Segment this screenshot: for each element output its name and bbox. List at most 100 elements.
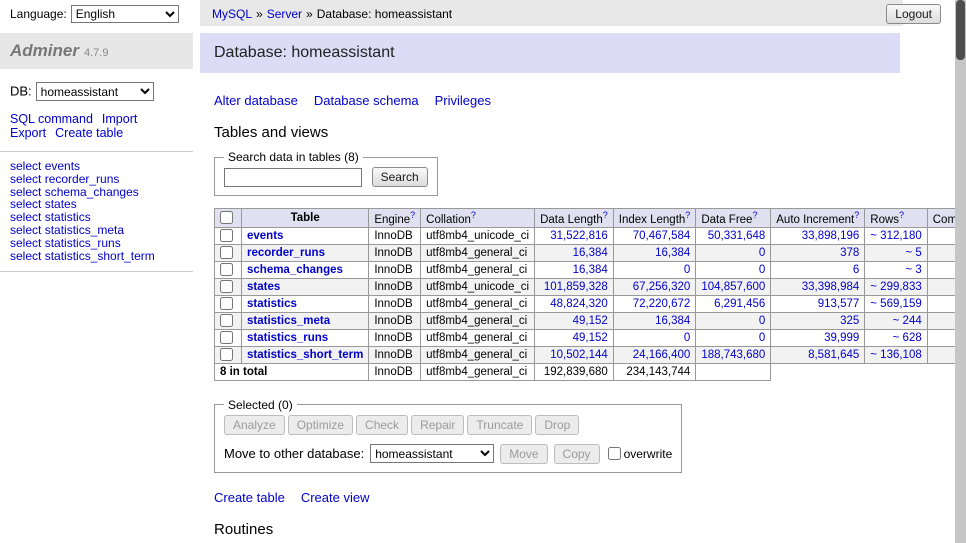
- rows-count-link[interactable]: ~ 299,833: [870, 281, 921, 293]
- app-title: Adminer4.7.9: [0, 33, 193, 69]
- rows-count-link[interactable]: ~ 5: [905, 247, 921, 259]
- engine-cell: InnoDB: [369, 244, 421, 261]
- data-length-link[interactable]: 101,859,328: [544, 281, 608, 293]
- sidebar-action-link[interactable]: Export: [10, 126, 46, 140]
- auto-increment-link[interactable]: 325: [840, 315, 859, 327]
- bulk-action-button[interactable]: Truncate: [467, 415, 532, 435]
- auto-increment-link[interactable]: 913,577: [818, 298, 860, 310]
- col-header-table: Table: [242, 209, 369, 228]
- bulk-action-button[interactable]: Check: [356, 415, 408, 435]
- create-link[interactable]: Create view: [301, 490, 370, 505]
- index-length-link[interactable]: 16,384: [655, 247, 690, 259]
- auto-increment-link[interactable]: 33,398,984: [802, 281, 860, 293]
- auto-increment-link[interactable]: 6: [853, 264, 859, 276]
- row-checkbox[interactable]: [220, 246, 233, 259]
- table-name-link[interactable]: statistics: [247, 298, 297, 310]
- data-free-link[interactable]: 104,857,600: [701, 281, 765, 293]
- data-free-link[interactable]: 6,291,456: [714, 298, 765, 310]
- help-icon[interactable]: ?: [899, 210, 904, 220]
- data-free-link[interactable]: 0: [759, 315, 765, 327]
- row-checkbox[interactable]: [220, 314, 233, 327]
- rows-count-link[interactable]: ~ 136,108: [870, 349, 921, 361]
- move-db-select[interactable]: homeassistant: [370, 444, 494, 463]
- data-length-link[interactable]: 31,522,816: [550, 230, 608, 242]
- row-checkbox[interactable]: [220, 348, 233, 361]
- copy-button[interactable]: Copy: [554, 444, 600, 464]
- help-icon[interactable]: ?: [471, 210, 476, 220]
- data-length-link[interactable]: 49,152: [573, 315, 608, 327]
- rows-count-link[interactable]: ~ 569,159: [870, 298, 921, 310]
- vertical-scrollbar[interactable]: [955, 0, 966, 543]
- bulk-action-button[interactable]: Optimize: [288, 415, 353, 435]
- sidebar-action-link[interactable]: Import: [102, 112, 137, 126]
- comment-cell: [927, 312, 955, 329]
- search-input[interactable]: [224, 168, 362, 187]
- breadcrumb-mysql-link[interactable]: MySQL: [212, 7, 252, 21]
- auto-increment-link[interactable]: 378: [840, 247, 859, 259]
- scrollbar-thumb[interactable]: [956, 0, 965, 60]
- db-action-links: Alter database Database schema Privileges: [214, 93, 955, 108]
- index-length-link[interactable]: 72,220,672: [633, 298, 691, 310]
- sidebar-table-link[interactable]: statistics_short_term: [45, 249, 155, 263]
- sidebar-actions: SQL command Import Export Create table: [0, 112, 193, 152]
- row-checkbox[interactable]: [220, 229, 233, 242]
- data-length-link[interactable]: 16,384: [573, 247, 608, 259]
- breadcrumb-server-link[interactable]: Server: [267, 7, 302, 21]
- overwrite-checkbox[interactable]: [608, 447, 621, 460]
- data-free-link[interactable]: 50,331,648: [708, 230, 766, 242]
- bulk-action-button[interactable]: Analyze: [224, 415, 285, 435]
- db-action-link[interactable]: Alter database: [214, 93, 298, 108]
- data-length-link[interactable]: 48,824,320: [550, 298, 608, 310]
- bulk-action-button[interactable]: Repair: [411, 415, 464, 435]
- row-checkbox[interactable]: [220, 263, 233, 276]
- table-name-link[interactable]: statistics_runs: [247, 332, 328, 344]
- language-select[interactable]: English: [71, 5, 179, 23]
- row-checkbox[interactable]: [220, 280, 233, 293]
- help-icon[interactable]: ?: [410, 210, 415, 220]
- select-all-checkbox[interactable]: [220, 211, 233, 224]
- rows-count-link[interactable]: ~ 244: [893, 315, 922, 327]
- index-length-link[interactable]: 24,166,400: [633, 349, 691, 361]
- auto-increment-link[interactable]: 8,581,645: [808, 349, 859, 361]
- data-free-link[interactable]: 0: [759, 332, 765, 344]
- row-checkbox[interactable]: [220, 331, 233, 344]
- sidebar-action-link[interactable]: SQL command: [10, 112, 93, 126]
- rows-count-link[interactable]: ~ 628: [893, 332, 922, 344]
- move-button[interactable]: Move: [500, 444, 547, 464]
- sidebar-action-link[interactable]: Create table: [55, 126, 123, 140]
- help-icon[interactable]: ?: [752, 210, 757, 220]
- data-free-link[interactable]: 0: [759, 264, 765, 276]
- data-free-link[interactable]: 0: [759, 247, 765, 259]
- index-length-link[interactable]: 0: [684, 332, 690, 344]
- table-name-link[interactable]: events: [247, 230, 283, 242]
- table-name-link[interactable]: statistics_short_term: [247, 349, 363, 361]
- index-length-link[interactable]: 0: [684, 264, 690, 276]
- index-length-link[interactable]: 70,467,584: [633, 230, 691, 242]
- data-length-link[interactable]: 16,384: [573, 264, 608, 276]
- create-link[interactable]: Create table: [214, 490, 285, 505]
- row-checkbox[interactable]: [220, 297, 233, 310]
- rows-count-link[interactable]: ~ 312,180: [870, 230, 921, 242]
- sidebar-select-link[interactable]: select: [10, 249, 41, 263]
- logout-button[interactable]: Logout: [886, 4, 941, 24]
- auto-increment-link[interactable]: 33,898,196: [802, 230, 860, 242]
- data-free-link[interactable]: 188,743,680: [701, 349, 765, 361]
- table-name-link[interactable]: recorder_runs: [247, 247, 325, 259]
- bulk-action-button[interactable]: Drop: [535, 415, 579, 435]
- table-name-link[interactable]: states: [247, 281, 280, 293]
- index-length-link[interactable]: 16,384: [655, 315, 690, 327]
- auto-increment-link[interactable]: 39,999: [824, 332, 859, 344]
- help-icon[interactable]: ?: [685, 210, 690, 220]
- help-icon[interactable]: ?: [854, 210, 859, 220]
- table-name-link[interactable]: statistics_meta: [247, 315, 330, 327]
- index-length-link[interactable]: 67,256,320: [633, 281, 691, 293]
- help-icon[interactable]: ?: [603, 210, 608, 220]
- db-action-link[interactable]: Privileges: [435, 93, 491, 108]
- data-length-link[interactable]: 10,502,144: [550, 349, 608, 361]
- search-button[interactable]: Search: [372, 167, 428, 187]
- rows-count-link[interactable]: ~ 3: [905, 264, 921, 276]
- db-action-link[interactable]: Database schema: [314, 93, 419, 108]
- data-length-link[interactable]: 49,152: [573, 332, 608, 344]
- db-select[interactable]: homeassistant: [36, 82, 154, 101]
- table-name-link[interactable]: schema_changes: [247, 264, 343, 276]
